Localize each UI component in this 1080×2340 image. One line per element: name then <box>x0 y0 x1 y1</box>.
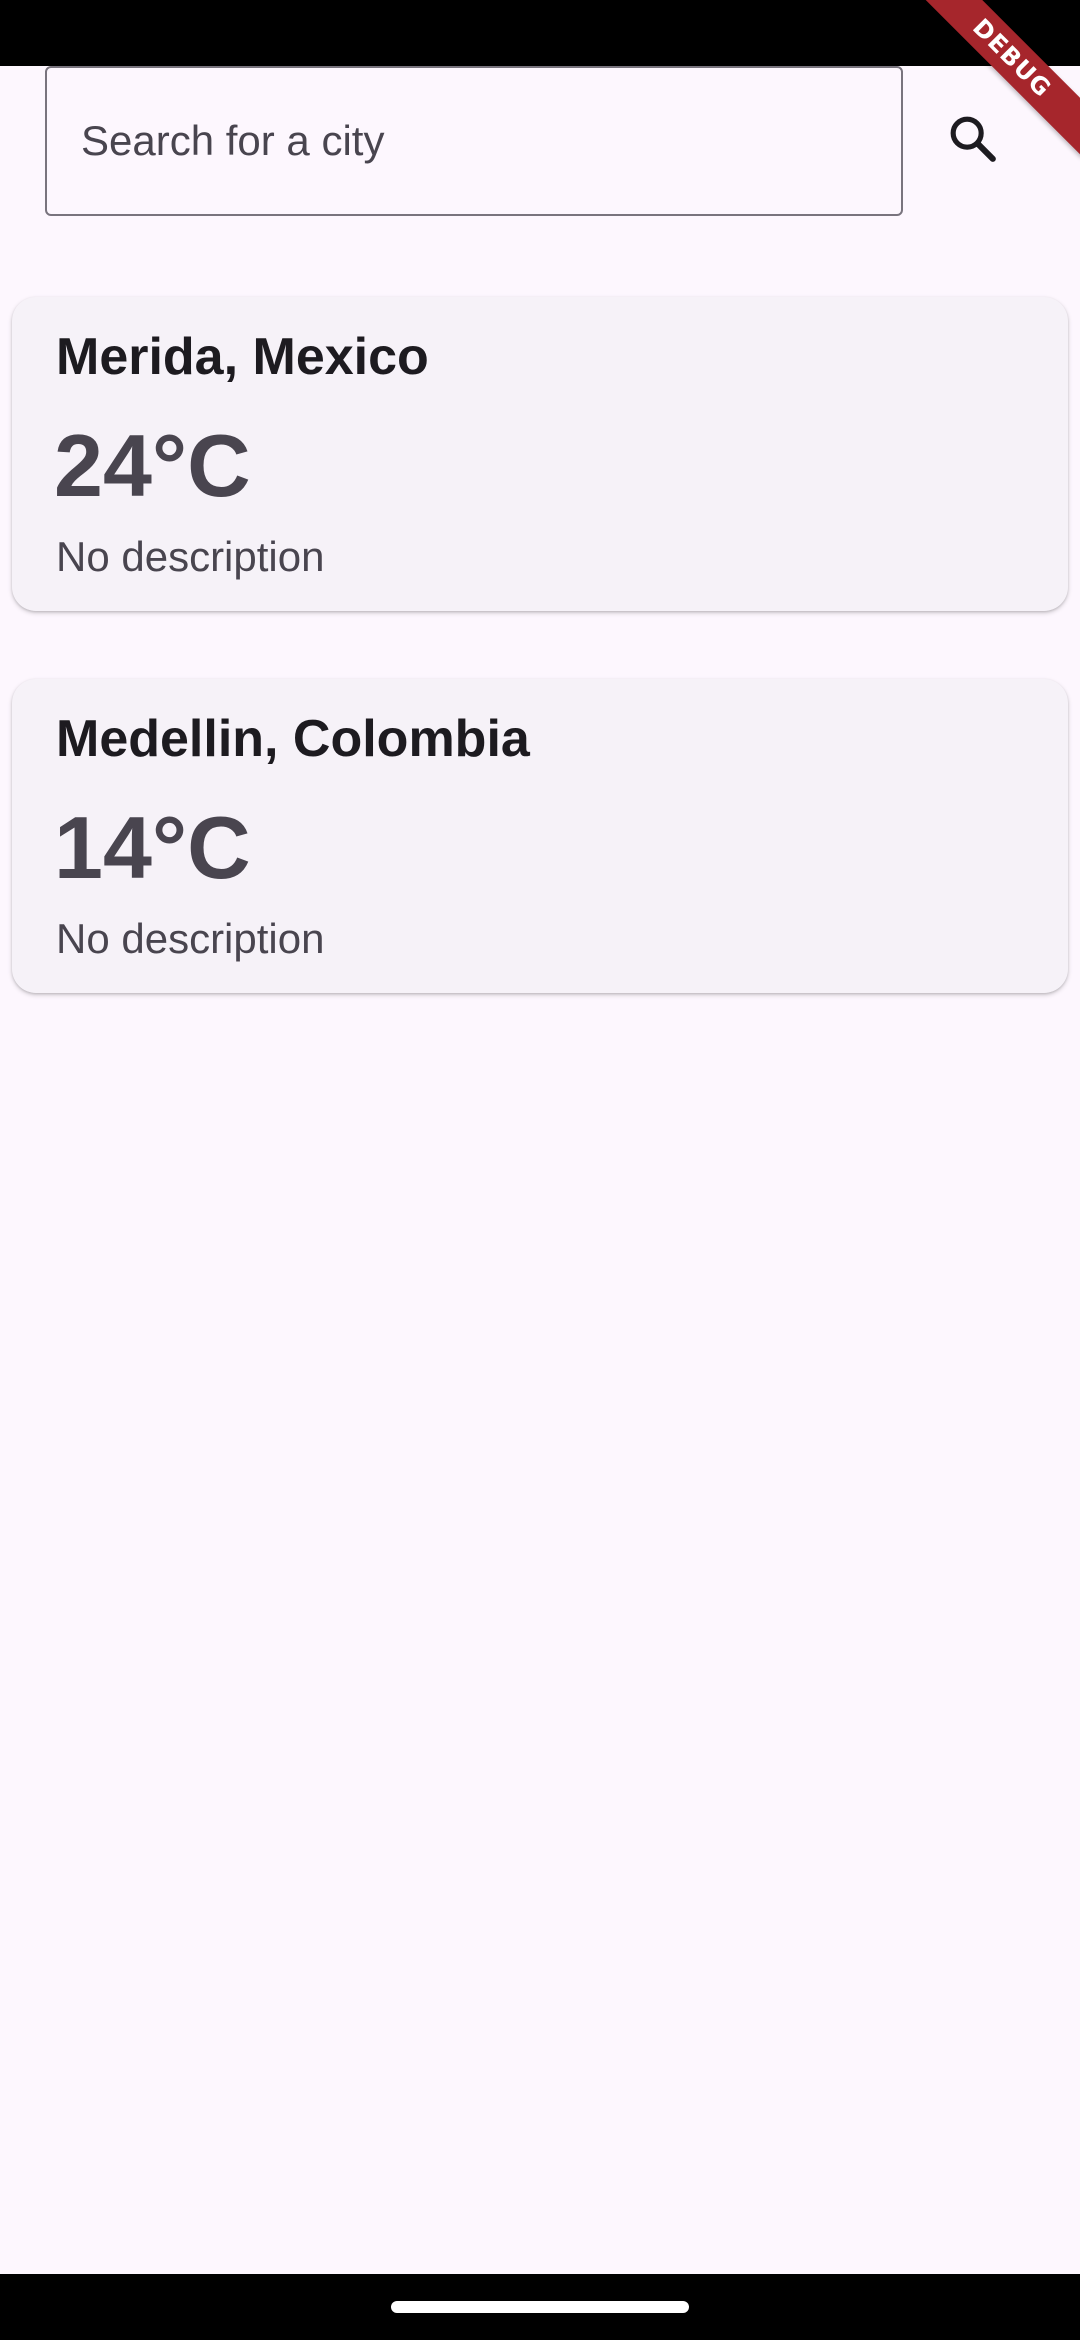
city-description: No description <box>56 915 325 962</box>
home-indicator[interactable] <box>391 2301 689 2313</box>
city-temperature: 24°C <box>54 416 251 515</box>
search-input[interactable] <box>79 116 901 166</box>
city-temperature: 14°C <box>54 798 251 897</box>
search-button[interactable] <box>925 93 1021 189</box>
city-name: Medellin, Colombia <box>56 710 530 768</box>
search-icon <box>945 111 1001 172</box>
city-name: Merida, Mexico <box>56 328 429 386</box>
city-description: No description <box>56 533 325 580</box>
search-field[interactable] <box>45 66 903 216</box>
search-bar <box>45 66 1035 220</box>
city-weather-card[interactable]: Medellin, Colombia 14°C No description <box>12 679 1068 993</box>
app-screen: DEBUG Merida, Mexico 24°C No description… <box>0 0 1080 2340</box>
city-weather-card[interactable]: Merida, Mexico 24°C No description <box>12 297 1068 611</box>
status-bar <box>0 0 1080 66</box>
